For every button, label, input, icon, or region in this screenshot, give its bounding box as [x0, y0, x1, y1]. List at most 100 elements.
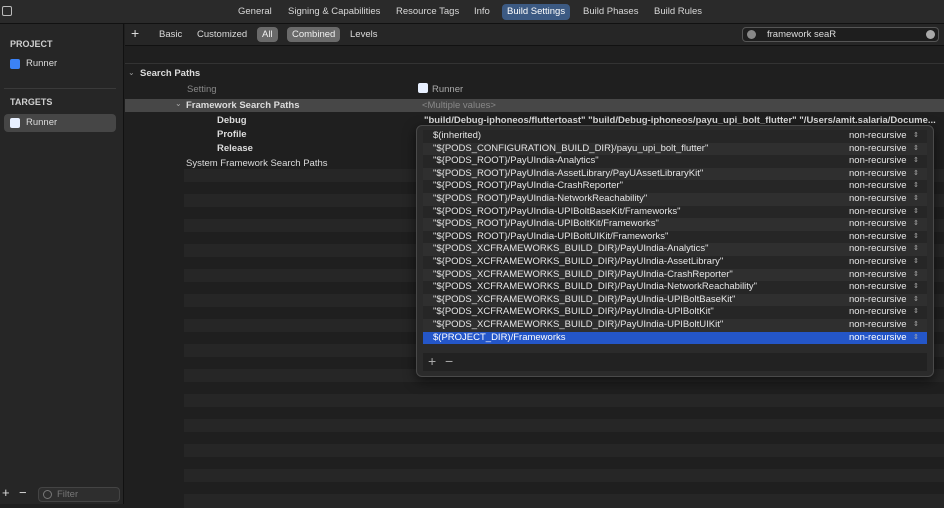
recursion-select[interactable]: non-recursive [849, 180, 907, 193]
stepper-icon[interactable]: ⇕ [913, 206, 919, 219]
remove-path-button[interactable]: − [445, 353, 453, 369]
view-combined[interactable]: Combined [287, 27, 341, 42]
recursion-select[interactable]: non-recursive [849, 243, 907, 256]
recursion-select[interactable]: non-recursive [849, 143, 907, 156]
remove-target-button[interactable]: − [19, 485, 27, 500]
path-row[interactable]: "${PODS_ROOT}/PayUIndia-Analytics" non-re… [423, 155, 927, 168]
stepper-icon[interactable]: ⇕ [913, 319, 919, 332]
setting-debug[interactable]: Debug [217, 115, 247, 126]
filter-all[interactable]: All [257, 27, 278, 42]
empty-row [184, 494, 944, 508]
tab-resource-tags[interactable]: Resource Tags [391, 4, 464, 20]
path-value: "${PODS_XCFRAMEWORKS_BUILD_DIR}/PayUIndi… [433, 243, 709, 255]
stepper-icon[interactable]: ⇕ [913, 256, 919, 269]
stepper-icon[interactable]: ⇕ [913, 231, 919, 244]
path-row[interactable]: "${PODS_ROOT}/PayUIndia-AssetLibrary/Pay… [423, 167, 927, 181]
path-value: "${PODS_ROOT}/PayUIndia-NetworkReachabil… [433, 193, 648, 204]
stepper-icon[interactable]: ⇕ [913, 332, 919, 345]
path-value: $(PROJECT_DIR)/Frameworks [433, 331, 566, 343]
path-row[interactable]: "${PODS_XCFRAMEWORKS_BUILD_DIR}/PayUIndi… [423, 319, 927, 332]
stepper-icon[interactable]: ⇕ [913, 281, 919, 294]
path-value: "${PODS_ROOT}/PayUIndia-UPIBoltKit/Frame… [433, 218, 659, 230]
framework-search-paths-popover: $(inherited) non-recursive ⇕ "${PODS_CONFIG… [416, 125, 934, 377]
stepper-icon[interactable]: ⇕ [913, 218, 919, 231]
stepper-icon[interactable]: ⇕ [913, 130, 919, 143]
stepper-icon[interactable]: ⇕ [913, 155, 919, 168]
stepper-icon[interactable]: ⇕ [913, 168, 919, 181]
project-icon [10, 59, 20, 69]
chevron-down-icon[interactable]: ⌄ [128, 68, 135, 77]
path-value: "${PODS_XCFRAMEWORKS_BUILD_DIR}/PayUIndi… [433, 256, 724, 267]
path-row[interactable]: "${PODS_XCFRAMEWORKS_BUILD_DIR}/PayUIndi… [423, 243, 927, 256]
stepper-icon[interactable]: ⇕ [913, 306, 919, 319]
recursion-select[interactable]: non-recursive [849, 294, 907, 307]
path-value: "${PODS_ROOT}/PayUIndia-CrashReporter" [433, 180, 623, 192]
search-filter-icon [747, 30, 756, 39]
path-row[interactable]: "${PODS_CONFIGURATION_BUILD_DIR}/payu_up… [423, 142, 927, 156]
tab-build-phases[interactable]: Build Phases [578, 4, 643, 20]
tab-general[interactable]: General [233, 4, 277, 20]
recursion-select[interactable]: non-recursive [849, 130, 907, 143]
filter-placeholder: Filter [57, 489, 79, 500]
path-row[interactable]: "${PODS_ROOT}/PayUIndia-UPIBoltKit/Frame… [423, 218, 927, 231]
recursion-select[interactable]: non-recursive [849, 155, 907, 168]
tab-build-settings[interactable]: Build Settings [502, 4, 571, 20]
clear-search-icon[interactable] [926, 30, 935, 39]
stepper-icon[interactable]: ⇕ [913, 294, 919, 307]
add-setting-button[interactable]: + [131, 25, 139, 41]
path-row[interactable]: "${PODS_ROOT}/PayUIndia-NetworkReachabil… [423, 193, 927, 206]
stepper-icon[interactable]: ⇕ [913, 143, 919, 156]
path-row[interactable]: "${PODS_ROOT}/PayUIndia-UPIBoltBaseKit/F… [423, 205, 927, 219]
path-row[interactable]: "${PODS_XCFRAMEWORKS_BUILD_DIR}/PayUIndi… [423, 268, 927, 282]
path-value: "${PODS_ROOT}/PayUIndia-AssetLibrary/Pay… [433, 167, 704, 179]
section-title: Search Paths [140, 68, 201, 79]
tab-info[interactable]: Info [469, 4, 495, 20]
path-row[interactable]: "${PODS_XCFRAMEWORKS_BUILD_DIR}/PayUIndi… [423, 256, 927, 269]
path-row[interactable]: $(inherited) non-recursive ⇕ [423, 130, 927, 143]
filter-basic[interactable]: Basic [154, 27, 187, 42]
view-levels[interactable]: Levels [345, 27, 382, 42]
sidebar-item-target-runner[interactable]: Runner [4, 114, 116, 132]
stepper-icon[interactable]: ⇕ [913, 243, 919, 256]
chevron-down-icon[interactable]: ⌄ [175, 99, 182, 108]
recursion-select[interactable]: non-recursive [849, 281, 907, 294]
tab-build-rules[interactable]: Build Rules [649, 4, 707, 20]
path-row[interactable]: "${PODS_ROOT}/PayUIndia-CrashReporter" no… [423, 180, 927, 193]
path-value: "${PODS_ROOT}/PayUIndia-Analytics" [433, 155, 599, 167]
setting-release[interactable]: Release [217, 143, 253, 154]
stepper-icon[interactable]: ⇕ [913, 269, 919, 282]
search-input[interactable]: framework seaR [742, 27, 939, 42]
path-row[interactable]: "${PODS_ROOT}/PayUIndia-UPIBoltUIKit/Fra… [423, 230, 927, 244]
recursion-select[interactable]: non-recursive [849, 193, 907, 206]
path-value: "${PODS_XCFRAMEWORKS_BUILD_DIR}/PayUIndi… [433, 319, 724, 330]
recursion-select[interactable]: non-recursive [849, 269, 907, 282]
setting-profile[interactable]: Profile [217, 129, 247, 140]
tab-signing-capabilities[interactable]: Signing & Capabilities [283, 4, 385, 20]
setting-system-framework-search-paths[interactable]: System Framework Search Paths [186, 158, 328, 169]
setting-value: <Multiple values> [422, 100, 496, 111]
path-row[interactable]: "${PODS_XCFRAMEWORKS_BUILD_DIR}/PayUIndi… [423, 281, 927, 294]
sidebar-toggle-icon[interactable] [2, 6, 12, 16]
flutter-icon [10, 118, 20, 128]
recursion-select[interactable]: non-recursive [849, 218, 907, 231]
recursion-select[interactable]: non-recursive [849, 231, 907, 244]
path-row[interactable]: "${PODS_XCFRAMEWORKS_BUILD_DIR}/PayUIndi… [423, 293, 927, 307]
recursion-select[interactable]: non-recursive [849, 168, 907, 181]
flutter-icon [418, 83, 428, 93]
filter-customized[interactable]: Customized [192, 27, 252, 42]
sidebar-item-project-runner[interactable]: Runner [4, 55, 116, 73]
recursion-select[interactable]: non-recursive [849, 256, 907, 269]
path-row[interactable]: "${PODS_XCFRAMEWORKS_BUILD_DIR}/PayUIndi… [423, 306, 927, 319]
path-row[interactable]: $(PROJECT_DIR)/Frameworks non-recursive ⇕ [423, 331, 927, 345]
filter-input[interactable]: Filter [38, 487, 120, 502]
add-path-button[interactable]: + [428, 353, 436, 369]
stepper-icon[interactable]: ⇕ [913, 193, 919, 206]
add-target-button[interactable]: + [2, 485, 10, 500]
stepper-icon[interactable]: ⇕ [913, 180, 919, 193]
recursion-select[interactable]: non-recursive [849, 306, 907, 319]
recursion-select[interactable]: non-recursive [849, 206, 907, 219]
setting-row-framework-search-paths[interactable]: ⌄ Framework Search Paths <Multiple value… [125, 99, 944, 112]
divider [4, 88, 116, 89]
recursion-select[interactable]: non-recursive [849, 332, 907, 345]
recursion-select[interactable]: non-recursive [849, 319, 907, 332]
